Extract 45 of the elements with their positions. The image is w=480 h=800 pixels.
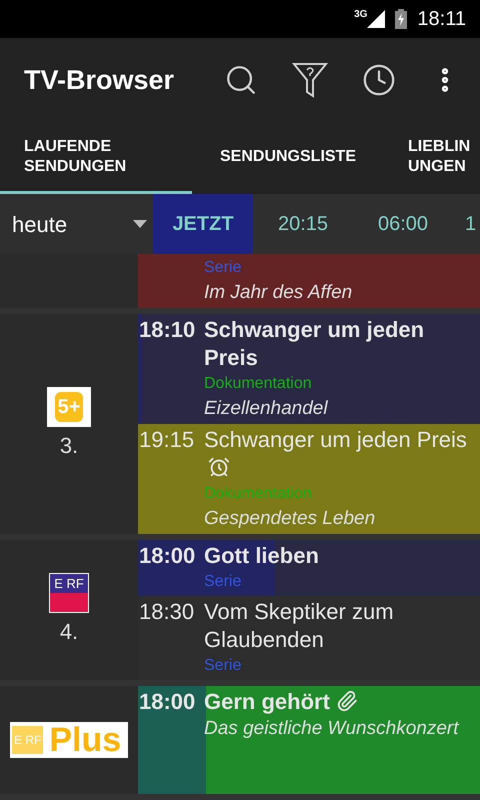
channel-logo: 5+	[47, 386, 91, 427]
program-entry[interactable]: 18:00 Gern gehört Das geistliche Wunschkonzert	[138, 686, 480, 794]
battery-icon	[395, 9, 408, 29]
program-episode: Gespendetes Leben	[204, 507, 376, 532]
program-title: Schwanger um jeden Preis	[204, 316, 426, 372]
channel-number: 3.	[60, 432, 78, 460]
program-title: Gott lieben	[204, 542, 319, 570]
signal-icon	[367, 10, 386, 28]
program-genre: Dokumentation	[204, 484, 313, 504]
program-title: Gern gehört	[204, 688, 358, 716]
program-title: Vom Skeptiker zum Glaubenden	[204, 598, 395, 654]
channel-logo: E RF Plus	[10, 722, 128, 758]
program-episode: Im Jahr des Affen	[204, 281, 354, 305]
program-episode: Das geistliche Wunschkonzert	[204, 717, 460, 742]
program-entry[interactable]: Serie Im Jahr des Affen	[138, 254, 480, 308]
app-title: TV-Browser	[24, 64, 176, 97]
program-episode: Eizellenhandel	[204, 397, 329, 421]
clock-time: 18:11	[417, 7, 466, 32]
search-icon[interactable]	[224, 63, 258, 97]
program-time: 18:10	[138, 316, 196, 344]
time-button[interactable]: 1	[453, 194, 480, 254]
program-entry[interactable]: 18:10 Schwanger um jeden Preis Dokumentation Eizellenhandel	[138, 314, 480, 424]
program-genre: Serie	[204, 258, 242, 278]
filter-icon[interactable]	[292, 61, 328, 99]
program-entry[interactable]: 19:15 Schwanger um jeden Preis Dokumentation Gespendetes Leben	[138, 424, 480, 534]
caret-icon	[133, 220, 147, 228]
time-button[interactable]: 20:15	[253, 194, 353, 254]
clock-icon[interactable]	[362, 63, 396, 97]
time-button[interactable]: 06:00	[353, 194, 453, 254]
program-title: Schwanger um jeden Preis	[204, 426, 472, 482]
program-time: 18:00	[138, 688, 196, 716]
program-time: 19:15	[138, 426, 196, 454]
program-genre: Serie	[204, 572, 242, 592]
day-dropdown[interactable]: heute	[0, 194, 153, 254]
program-time: 18:30	[138, 598, 196, 626]
program-time: 18:00	[138, 542, 196, 570]
time-button[interactable]: JETZT	[153, 194, 253, 254]
program-genre: Serie	[204, 656, 242, 676]
tab[interactable]: SENDUNGSLISTE	[192, 122, 384, 194]
channel-logo: E RF	[49, 572, 89, 613]
tab[interactable]: LIEBLIN UNGEN	[384, 122, 480, 194]
channel-number: 4.	[60, 618, 78, 646]
network-label: 3G	[354, 10, 368, 20]
program-genre: Dokumentation	[204, 374, 313, 394]
program-entry[interactable]: 18:00 Gott lieben Serie	[138, 540, 480, 596]
